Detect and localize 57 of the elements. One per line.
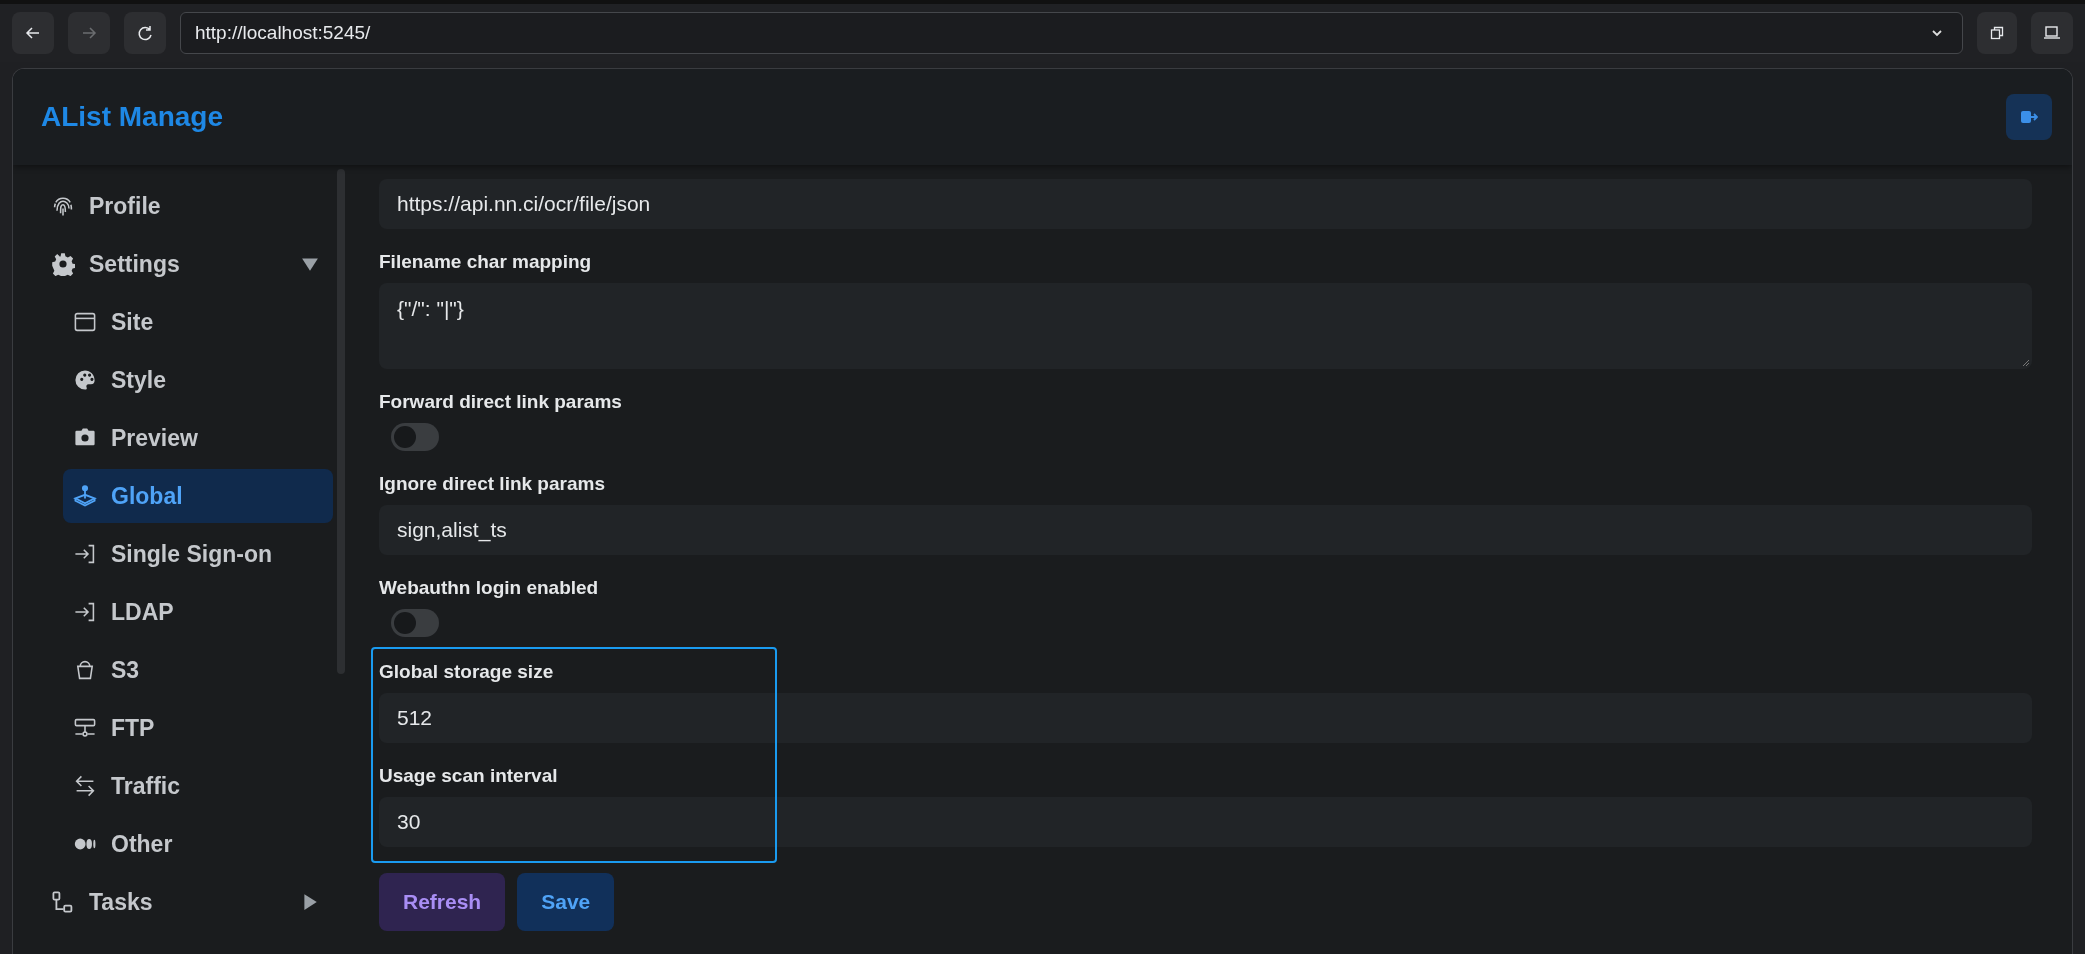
input-field[interactable]: sign,alist_ts	[379, 505, 2032, 555]
logout-button[interactable]	[2006, 94, 2052, 140]
toggle-switch[interactable]	[391, 423, 439, 451]
site-icon	[73, 310, 97, 334]
save-button[interactable]: Save	[517, 873, 615, 931]
device-button[interactable]	[2031, 12, 2073, 54]
sidebar-item[interactable]: FTP	[63, 701, 333, 755]
reload-button[interactable]	[124, 12, 166, 54]
field-label: Global storage size	[379, 661, 555, 683]
sidebar-item[interactable]: Site	[63, 295, 333, 349]
address-bar[interactable]: http://localhost:5245/	[180, 12, 1963, 54]
scrollbar[interactable]	[337, 169, 345, 674]
toggle-switch[interactable]	[391, 609, 439, 637]
sidebar-label: Tasks	[89, 888, 154, 916]
arrow-left-icon	[25, 25, 41, 41]
sidebar-item[interactable]: Preview	[63, 411, 333, 465]
input-field[interactable]: 30	[379, 797, 2032, 847]
sidebar-label: Profile	[89, 192, 162, 220]
copy-icon	[1990, 26, 2004, 40]
field-label: Forward direct link params	[379, 391, 623, 413]
field-label: Usage scan interval	[379, 765, 559, 787]
sidebar-item[interactable]: Global	[63, 469, 333, 523]
reload-icon	[136, 24, 154, 42]
textarea-field[interactable]: {"/": "|"}	[379, 283, 2032, 369]
caret-down-icon[interactable]	[301, 255, 319, 273]
sidebar-item[interactable]: Traffic	[63, 759, 333, 813]
sidebar-label: Settings	[89, 250, 181, 278]
app-title: AList Manage	[41, 101, 224, 133]
sidebar-item[interactable]: LDAP	[63, 585, 333, 639]
sidebar-item[interactable]: Other	[63, 817, 333, 871]
style-icon	[73, 368, 97, 392]
field-label: Webauthn login enabled	[379, 577, 600, 599]
laptop-icon	[2043, 25, 2061, 41]
gear-icon	[51, 252, 75, 276]
arrow-right-icon	[81, 25, 97, 41]
input-field[interactable]: 512	[379, 693, 2032, 743]
back-button[interactable]	[12, 12, 54, 54]
signin-icon	[73, 542, 97, 566]
sidebar-item[interactable]: Single Sign-on	[63, 527, 333, 581]
flow-icon	[51, 890, 75, 914]
sidebar-item[interactable]: Settings	[35, 237, 333, 291]
field-label: Ignore direct link params	[379, 473, 606, 495]
input-field[interactable]: https://api.nn.ci/ocr/file/json	[379, 179, 2032, 229]
sidebar-item[interactable]: S3	[63, 643, 333, 697]
caret-right-icon[interactable]	[301, 893, 319, 911]
logout-icon	[2020, 109, 2038, 125]
signin-icon	[73, 600, 97, 624]
refresh-button[interactable]: Refresh	[379, 873, 506, 931]
sidebar-item[interactable]: Style	[63, 353, 333, 407]
sidebar-item[interactable]: Tasks	[35, 875, 333, 929]
ftp-icon	[73, 716, 97, 740]
tab-actions-button[interactable]	[1977, 12, 2017, 54]
traffic-icon	[73, 774, 97, 798]
field-label: Filename char mapping	[379, 251, 593, 273]
sidebar-item[interactable]: Profile	[35, 179, 333, 233]
global-icon	[73, 484, 97, 508]
resize-grip-icon[interactable]	[2020, 357, 2030, 367]
